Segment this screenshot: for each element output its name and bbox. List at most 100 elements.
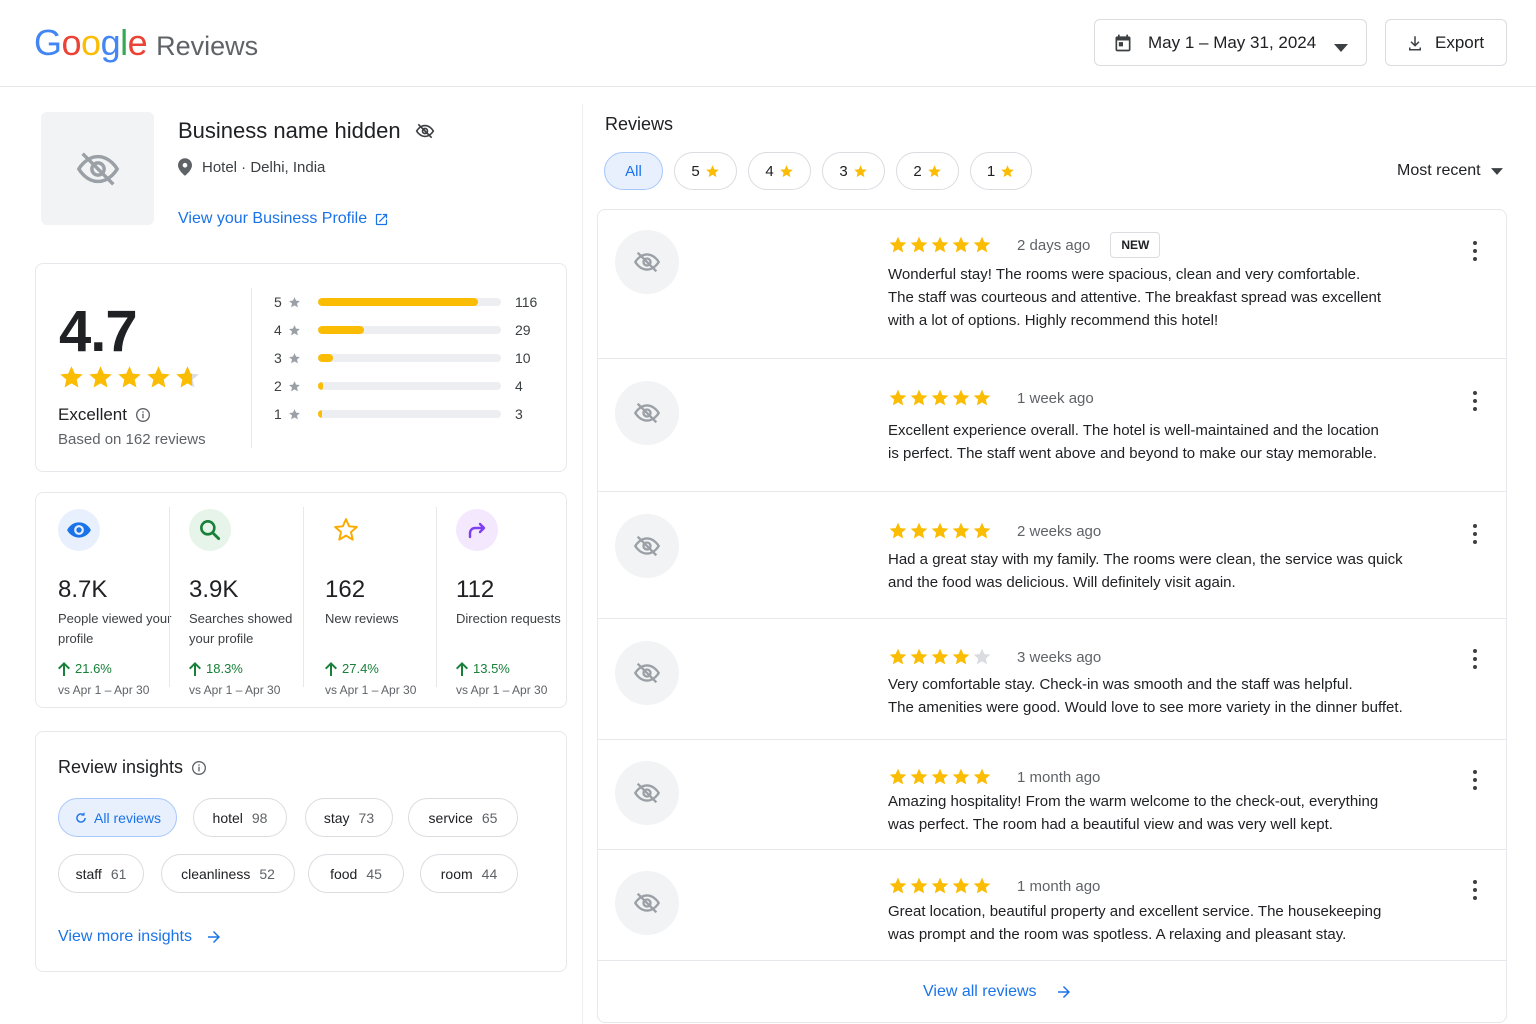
filter-2-stars[interactable]: 2: [896, 152, 959, 190]
review-text: Very comfortable stay. Check-in was smoo…: [888, 673, 1448, 719]
rating-distribution-row[interactable]: 5 116: [274, 292, 554, 312]
more-options-icon[interactable]: [1469, 241, 1481, 261]
distribution-bar-fill: [318, 382, 324, 390]
star-icon: [888, 235, 908, 255]
logo-letter: l: [120, 22, 128, 63]
rating-distribution-row[interactable]: 2 4: [274, 376, 554, 396]
more-options-icon[interactable]: [1469, 770, 1481, 790]
stat-label: Searches showed your profile: [189, 611, 293, 646]
review-item: 1 month ago Amazing hospitality! From th…: [598, 740, 1506, 850]
insight-chip-hotel[interactable]: hotel 98: [193, 798, 287, 837]
filter-all[interactable]: All: [604, 152, 663, 190]
review-insights-title-text: Review insights: [58, 757, 184, 777]
eye-off-icon: [75, 146, 121, 192]
more-options-icon[interactable]: [1469, 649, 1481, 669]
review-time: 1 month ago: [1017, 877, 1101, 895]
review-stars: [888, 235, 992, 255]
star-icon: [888, 521, 908, 541]
star-icon: [930, 521, 950, 541]
performance-stats-card: 8.7K People viewed your profile 21.6% vs…: [35, 492, 567, 708]
insight-chip-count: 98: [251, 809, 268, 826]
insight-chip-all-reviews[interactable]: All reviews: [58, 798, 177, 837]
stat-divider: [303, 507, 304, 687]
rating-distribution-row[interactable]: 3 10: [274, 348, 554, 368]
review-item: 2 weeks ago Had a great stay with my fam…: [598, 492, 1506, 619]
filter-5-stars[interactable]: 5: [674, 152, 737, 190]
google-wordmark: Google: [34, 22, 148, 64]
business-photo-placeholder: [41, 112, 154, 225]
insight-chip-room[interactable]: room 44: [420, 854, 518, 893]
stat-search: 3.9K Searches showed your profile 18.3% …: [189, 507, 319, 697]
star-icon: [909, 235, 929, 255]
insight-chip-stay[interactable]: stay 73: [305, 798, 393, 837]
insight-chip-count: 65: [481, 809, 498, 826]
export-button[interactable]: Export: [1385, 19, 1507, 66]
review-text-line: Great location, beautiful property and e…: [888, 903, 1382, 920]
view-more-insights-link[interactable]: View more insights: [58, 928, 223, 946]
insight-chip-staff[interactable]: staff 61: [58, 854, 144, 893]
arrow-up-icon: [58, 661, 70, 676]
star-icon: [705, 164, 720, 179]
star-icon: [288, 324, 301, 337]
review-text: Had a great stay with my family. The roo…: [888, 548, 1448, 594]
stat-value: 162: [325, 576, 366, 603]
filter-4-stars[interactable]: 4: [748, 152, 811, 190]
google-reviews-logo[interactable]: Google Reviews: [34, 22, 258, 64]
review-time: 3 weeks ago: [1017, 648, 1102, 666]
more-options-icon[interactable]: [1469, 880, 1481, 900]
review-stars: [888, 767, 992, 787]
average-rating-stars: [58, 364, 201, 391]
review-meta: 3 weeks ago: [888, 647, 1101, 667]
star-level-label: 4: [274, 322, 282, 338]
info-icon[interactable]: [135, 407, 151, 423]
star-icon: [909, 647, 929, 667]
review-text: Amazing hospitality! From the warm welco…: [888, 790, 1448, 836]
review-time: 1 month ago: [1017, 768, 1101, 786]
review-item: 1 week ago Excellent experience overall.…: [598, 359, 1506, 492]
star-icon: [288, 352, 301, 365]
sort-dropdown[interactable]: Most recent: [1397, 162, 1503, 180]
star-level-count: 116: [515, 294, 538, 310]
star-icon: [972, 767, 992, 787]
rating-distribution-row[interactable]: 1 3: [274, 404, 554, 424]
filter-3-stars[interactable]: 3: [822, 152, 885, 190]
review-insights-card: Review insights All reviews hotel 98 stay 73…: [35, 731, 567, 972]
view-business-profile-link[interactable]: View your Business Profile: [178, 210, 389, 228]
view-all-reviews-link[interactable]: View all reviews: [923, 983, 1073, 1001]
review-stars: [888, 876, 992, 896]
review-list: View all reviews 2 days ago NEW Wonderfu…: [597, 209, 1507, 1023]
insight-chip-service[interactable]: service 65: [408, 798, 518, 837]
refresh-icon: [74, 811, 88, 825]
stat-label: Direction requests: [456, 611, 561, 626]
more-options-icon[interactable]: [1469, 524, 1481, 544]
more-options-icon[interactable]: [1469, 391, 1481, 411]
eye-off-icon[interactable]: [415, 121, 435, 141]
rating-distribution-row[interactable]: 4 29: [274, 320, 554, 340]
stat-change-value: 13.5%: [473, 661, 510, 676]
info-icon[interactable]: [191, 760, 207, 776]
stat-compare: vs Apr 1 – Apr 30: [456, 683, 548, 697]
insight-chip-cleanliness[interactable]: cleanliness 52: [161, 854, 295, 893]
distribution-bar: [318, 382, 501, 390]
star-icon: [972, 521, 992, 541]
date-range-picker[interactable]: May 1 – May 31, 2024: [1094, 19, 1367, 66]
stat-compare: vs Apr 1 – Apr 30: [325, 683, 417, 697]
stat-compare: vs Apr 1 – Apr 30: [58, 683, 150, 697]
star-icon: [1000, 164, 1015, 179]
logo-letter: G: [34, 22, 62, 63]
sort-label: Most recent: [1397, 162, 1481, 179]
star-icon: [888, 767, 908, 787]
star-icon: [951, 235, 971, 255]
review-text-line: The staff was courteous and attentive. T…: [888, 289, 1382, 306]
insight-chip-food[interactable]: food 45: [308, 854, 404, 893]
eye-off-icon: [633, 248, 661, 276]
star-icon: [145, 364, 172, 391]
rating-label: Excellent: [58, 405, 151, 425]
reviewer-avatar: [615, 230, 679, 294]
star-icon: [888, 876, 908, 896]
filter-1-stars[interactable]: 1: [970, 152, 1032, 190]
filter-label: All: [625, 162, 642, 180]
arrow-up-icon: [189, 661, 201, 676]
chevron-down-icon: [1490, 167, 1503, 175]
insight-chip-count: 73: [358, 809, 375, 826]
